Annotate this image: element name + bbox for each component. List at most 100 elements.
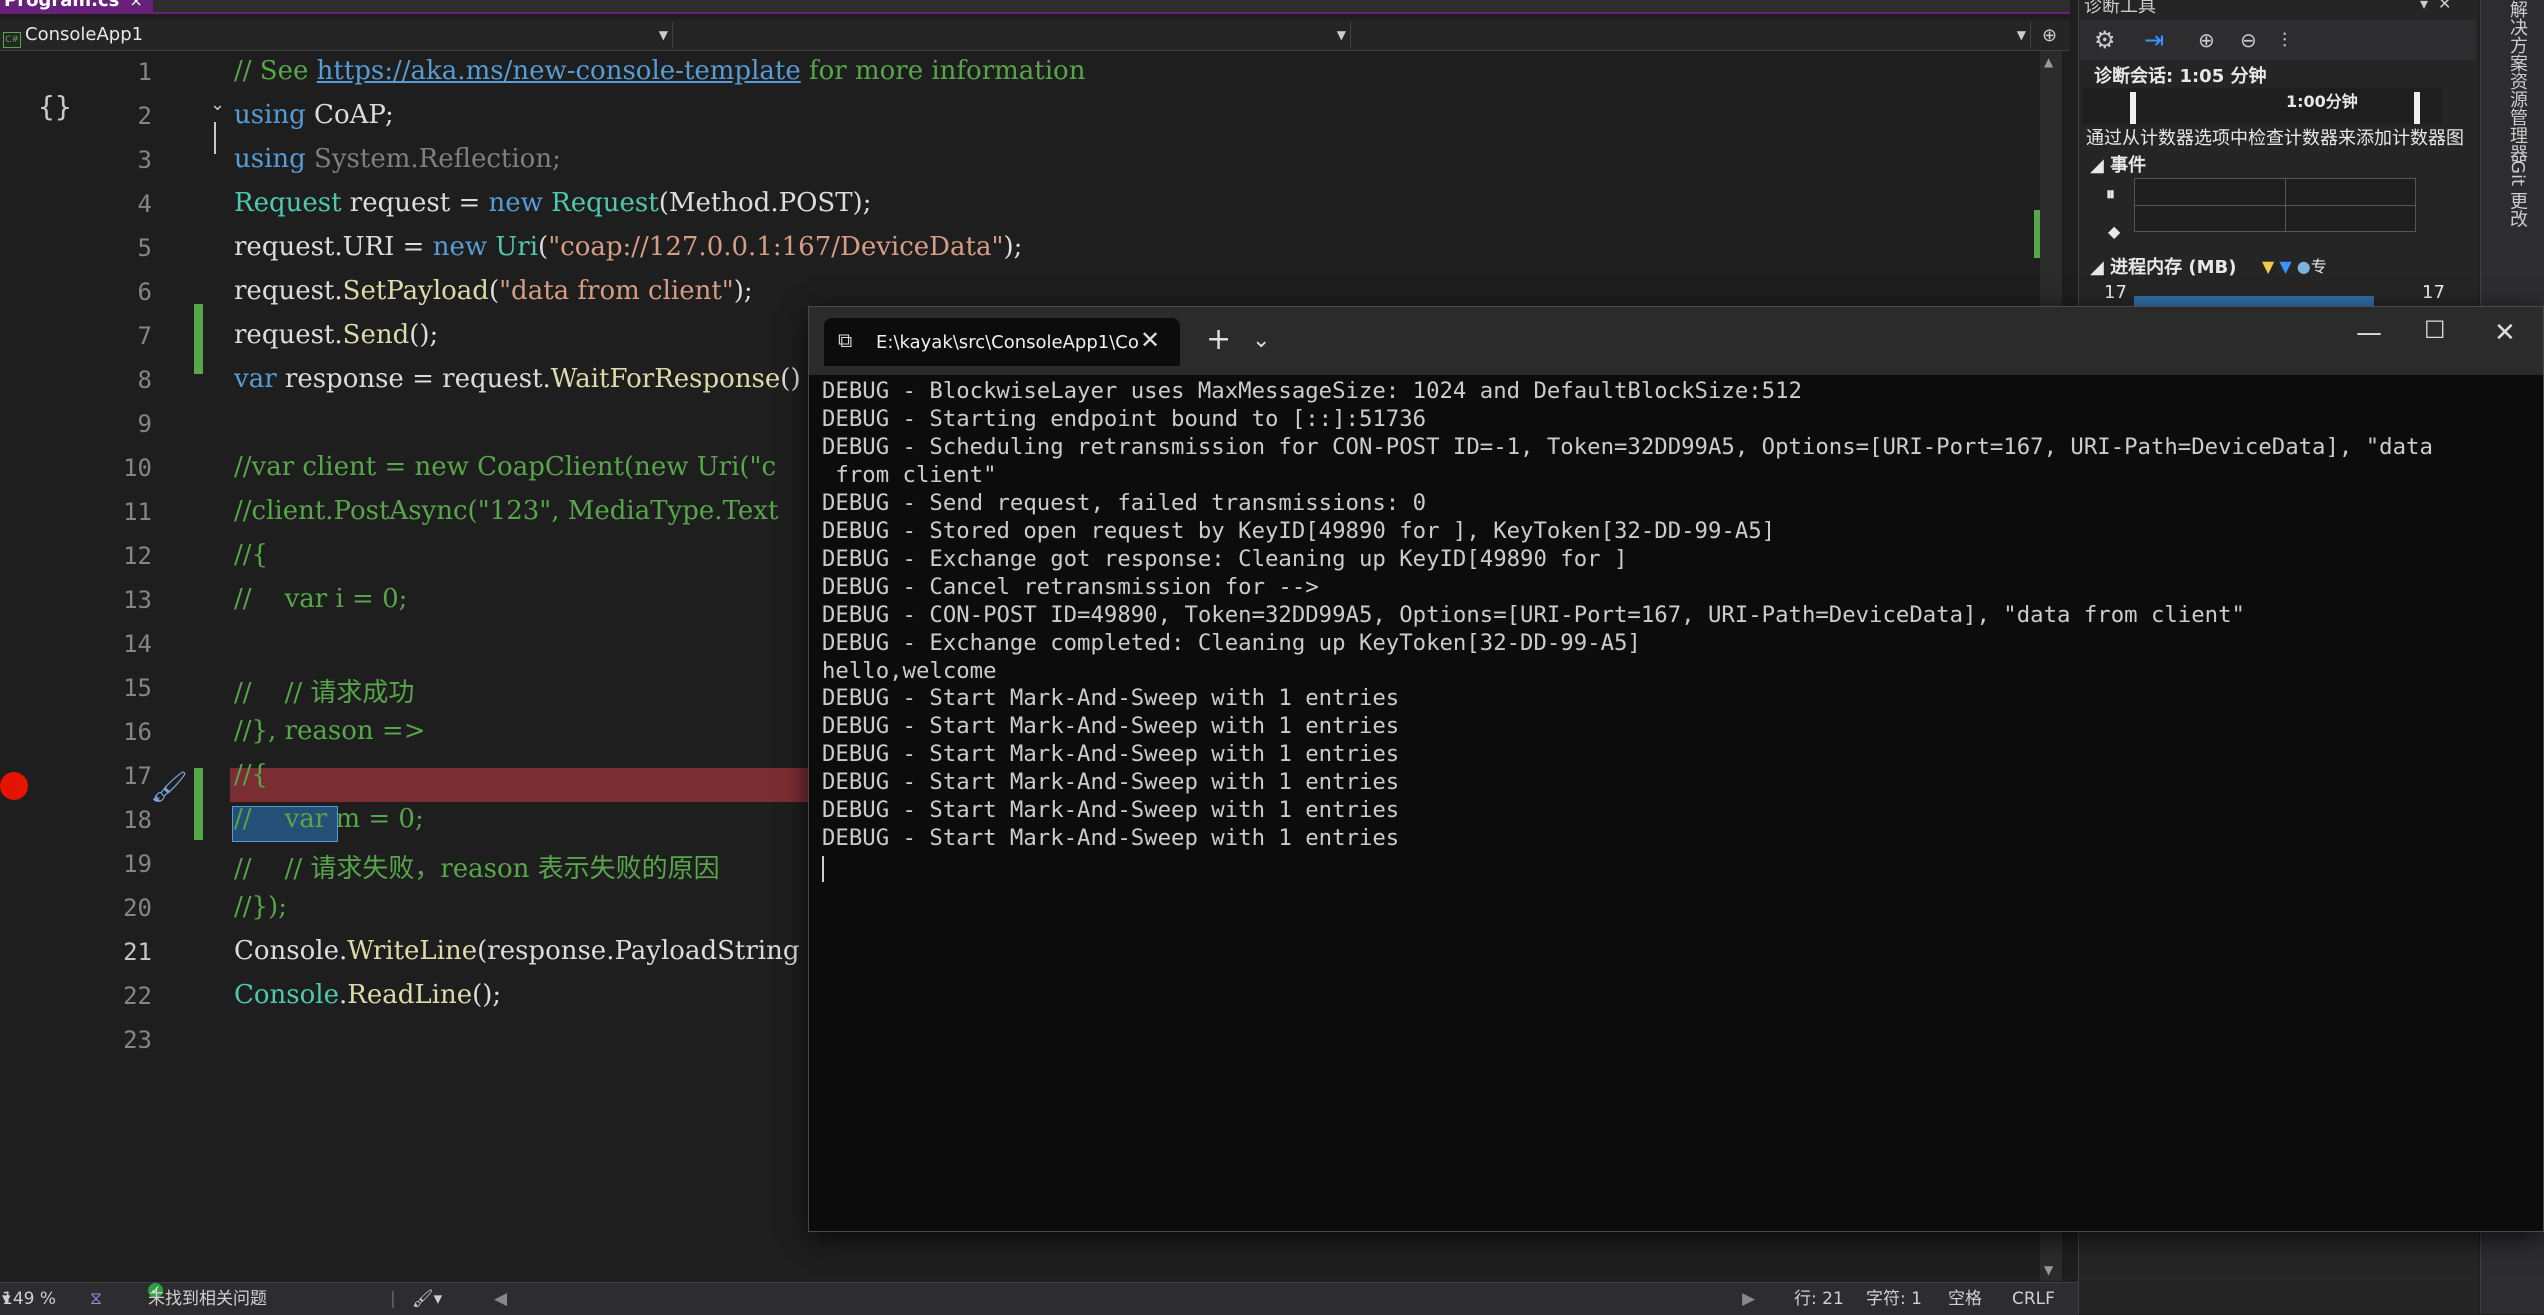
- terminal-line: DEBUG - Starting endpoint bound to [::]:…: [822, 405, 1427, 432]
- quick-actions-brush-icon[interactable]: 🖌: [150, 770, 188, 805]
- line-number: 17: [123, 762, 152, 790]
- code-line[interactable]: //{: [234, 760, 268, 790]
- code-token: //}, reason =>: [234, 716, 426, 746]
- breakpoint-line-highlight: [230, 768, 810, 802]
- settings-gear-icon[interactable]: ⚙: [2094, 26, 2116, 54]
- code-line[interactable]: // // 请求失败，reason 表示失败的原因: [234, 848, 720, 885]
- code-token: //var client = new CoapClient(new Uri("c: [234, 452, 777, 482]
- export-icon[interactable]: ⇥: [2144, 26, 2164, 54]
- scroll-up-icon[interactable]: ▲: [2044, 55, 2053, 69]
- cleanup-brush-icon[interactable]: 🖌▾: [412, 1283, 442, 1315]
- code-token: (: [488, 276, 500, 306]
- session-timeline[interactable]: [2082, 88, 2442, 124]
- code-line[interactable]: //}, reason =>: [234, 716, 425, 746]
- code-line[interactable]: // var i = 0;: [234, 584, 407, 614]
- code-line[interactable]: //client.PostAsync("123", MediaType.Text: [234, 496, 778, 526]
- line-number: 9: [137, 410, 152, 438]
- code-line[interactable]: request.URI = new Uri("coap://127.0.0.1:…: [234, 232, 1022, 262]
- hint-icon[interactable]: ⧖: [90, 1283, 102, 1315]
- navigation-bar: C# ConsoleApp1 ▼ ▼ ▼: [0, 20, 2070, 51]
- code-link[interactable]: https://aka.ms/new-console-template: [317, 56, 801, 86]
- code-token: //{: [234, 540, 269, 570]
- terminal-line: DEBUG - Exchange completed: Cleaning up …: [822, 629, 1641, 656]
- code-line[interactable]: // var m = 0;: [234, 804, 424, 834]
- scroll-left-icon[interactable]: ◀: [494, 1283, 507, 1315]
- memory-section-header[interactable]: ◢ 进程内存 (MB): [2090, 253, 2236, 279]
- legend-text: 专: [2310, 257, 2327, 276]
- code-token: "coap://127.0.0.1:167/DeviceData": [548, 232, 1004, 262]
- terminal-output[interactable]: DEBUG - BlockwiseLayer uses MaxMessageSi…: [822, 378, 2536, 1218]
- breakpoint-icon[interactable]: [0, 772, 28, 800]
- line-number[interactable]: 行: 21: [1794, 1283, 1844, 1315]
- type-dropdown[interactable]: ▼: [676, 22, 1351, 48]
- code-token: CoAP;: [305, 100, 394, 130]
- events-chart[interactable]: [2134, 178, 2416, 232]
- member-dropdown[interactable]: ▼: [1354, 22, 2031, 48]
- line-ending[interactable]: CRLF: [2012, 1283, 2055, 1315]
- collapse-triangle-icon: ◢: [2090, 155, 2111, 176]
- code-line[interactable]: // // 请求成功: [234, 672, 414, 709]
- split-window-icon[interactable]: ⊕: [2042, 25, 2057, 46]
- timeline-handle-start[interactable]: [2130, 92, 2136, 124]
- zoom-level[interactable]: 149 % ▾: [2, 1283, 56, 1315]
- zoom-out-icon[interactable]: ⊖: [2240, 28, 2257, 52]
- counter-hint: 通过从计数器选项中检查计数器来添加计数器图: [2086, 128, 2464, 149]
- line-number: 18: [123, 806, 152, 834]
- chevron-down-icon: ▼: [658, 28, 668, 42]
- code-token: SetPayload: [342, 276, 489, 306]
- code-token: new: [432, 232, 488, 262]
- code-line[interactable]: Console.WriteLine(response.PayloadString: [234, 936, 799, 966]
- project-dropdown[interactable]: C# ConsoleApp1 ▼: [0, 22, 673, 48]
- chevron-down-icon[interactable]: ⌄: [1252, 328, 1270, 353]
- line-number: 1: [137, 58, 152, 86]
- code-token: ();: [472, 980, 502, 1010]
- code-line[interactable]: //var client = new CoapClient(new Uri("c: [234, 452, 776, 482]
- terminal-line: DEBUG - Start Mark-And-Sweep with 1 entr…: [822, 825, 1400, 852]
- panel-window-buttons[interactable]: ▾✕: [2420, 0, 2461, 13]
- code-line[interactable]: //{: [234, 540, 268, 570]
- scroll-right-icon[interactable]: ▶: [1742, 1283, 1755, 1315]
- new-tab-icon[interactable]: +: [1206, 322, 1231, 357]
- indent-mode[interactable]: 空格: [1948, 1283, 1982, 1315]
- code-line[interactable]: Console.ReadLine();: [234, 980, 501, 1010]
- timeline-handle-end[interactable]: [2414, 92, 2420, 124]
- code-line[interactable]: using System.Reflection;: [234, 144, 561, 174]
- line-number: 4: [137, 190, 152, 218]
- events-section-header[interactable]: ◢ 事件: [2090, 151, 2146, 177]
- code-token: request =: [341, 188, 489, 218]
- tab-program-cs[interactable]: Program.cs ×: [0, 0, 153, 12]
- code-line[interactable]: // See https://aka.ms/new-console-templa…: [234, 56, 1085, 86]
- status-bar: 149 % ▾ ⧖ ✓ 未找到相关问题 | 🖌▾ ◀ ▶ 行: 21 字符: 1 …: [0, 1282, 2078, 1315]
- close-tab-icon[interactable]: ✕: [1140, 326, 1160, 354]
- pause-icon: ⏸: [2106, 184, 2115, 205]
- code-line[interactable]: //});: [234, 892, 287, 922]
- breakpoint-margin[interactable]: [0, 51, 36, 1281]
- chevron-down-icon: ▼: [2016, 28, 2026, 42]
- scroll-down-icon[interactable]: ▼: [2044, 1263, 2053, 1277]
- code-token: //client.PostAsync("123", MediaType.Text: [234, 496, 779, 526]
- git-changes-tab[interactable]: Git 更改: [2504, 160, 2530, 228]
- code-line[interactable]: request.SetPayload("data from client");: [234, 276, 753, 306]
- reset-zoom-icon[interactable]: ⫶: [2282, 28, 2287, 52]
- code-token: (Method.POST);: [658, 188, 872, 218]
- maximize-icon[interactable]: ☐: [2424, 316, 2446, 344]
- solution-explorer-tab[interactable]: 解决方案资源管理器: [2504, 0, 2530, 162]
- minimize-icon[interactable]: —: [2356, 318, 2382, 348]
- line-number: 5: [137, 234, 152, 262]
- collapse-chevron-icon[interactable]: ⌄: [210, 94, 225, 115]
- code-line[interactable]: Request request = new Request(Method.POS…: [234, 188, 871, 218]
- tab-close-icon[interactable]: ×: [129, 0, 142, 10]
- close-window-icon[interactable]: ✕: [2494, 318, 2516, 348]
- code-line[interactable]: using CoAP;: [234, 100, 394, 130]
- char-number[interactable]: 字符: 1: [1866, 1283, 1922, 1315]
- memory-chart[interactable]: [2134, 296, 2374, 306]
- code-line[interactable]: var response = request.WaitForResponse(): [234, 364, 801, 394]
- code-token: request.: [234, 320, 343, 350]
- code-token: for more information: [800, 56, 1086, 86]
- zoom-in-icon[interactable]: ⊕: [2198, 28, 2215, 52]
- code-token: using: [234, 144, 306, 174]
- code-token: Request: [551, 188, 659, 218]
- code-line[interactable]: request.Send();: [234, 320, 438, 350]
- line-number: 2: [137, 102, 152, 130]
- line-number: 14: [123, 630, 152, 658]
